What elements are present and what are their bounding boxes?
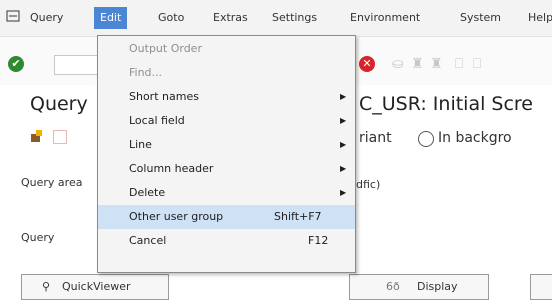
submenu-arrow-icon: ▶ bbox=[340, 188, 347, 197]
menu-edit[interactable]: Edit bbox=[94, 7, 128, 29]
menu-item-shortcut: F12 bbox=[308, 234, 329, 247]
query-label: Query bbox=[21, 231, 55, 244]
quickviewer-icon: ⚲ bbox=[42, 280, 51, 293]
menu-item-label: Other user group bbox=[129, 210, 224, 223]
previous-page-icon[interactable]: ⎕ bbox=[473, 57, 489, 71]
menu-query[interactable]: Query bbox=[30, 11, 63, 24]
query-area-value: dfic) bbox=[356, 178, 381, 191]
display-button[interactable]: 6ð Display bbox=[349, 274, 489, 300]
find-icon[interactable]: ♜ bbox=[411, 57, 427, 71]
submenu-arrow-icon: ▶ bbox=[340, 116, 347, 125]
menu-item-label: Output Order bbox=[129, 42, 202, 55]
print-icon[interactable]: ⛀ bbox=[392, 57, 408, 71]
quickviewer-button[interactable]: ⚲ QuickViewer bbox=[21, 274, 169, 300]
background-icon bbox=[418, 131, 434, 147]
menu-item-line[interactable]: Line ▶ bbox=[98, 133, 355, 157]
get-variant-button[interactable]: riant bbox=[359, 130, 392, 146]
submenu-arrow-icon: ▶ bbox=[340, 164, 347, 173]
submenu-arrow-icon: ▶ bbox=[340, 92, 347, 101]
menu-environment[interactable]: Environment bbox=[350, 11, 420, 24]
menu-item-label: Local field bbox=[129, 114, 185, 127]
menu-item-local-field[interactable]: Local field ▶ bbox=[98, 109, 355, 133]
page-title-continued: C_USR: Initial Scre bbox=[359, 93, 533, 115]
display-label: Display bbox=[417, 280, 458, 293]
quickviewer-label: QuickViewer bbox=[62, 280, 131, 293]
ok-check-icon[interactable]: ✔ bbox=[8, 56, 24, 72]
menu-item-find[interactable]: Find... bbox=[98, 61, 355, 85]
menu-item-output-order[interactable]: Output Order bbox=[98, 37, 355, 61]
menu-item-delete[interactable]: Delete ▶ bbox=[98, 181, 355, 205]
menu-item-label: Line bbox=[129, 138, 152, 151]
menu-help[interactable]: Help bbox=[528, 11, 552, 24]
menu-bar: Query Edit Goto Extras Settings Environm… bbox=[0, 0, 552, 37]
page-title: Query bbox=[30, 93, 88, 115]
cancel-icon[interactable]: ✕ bbox=[359, 56, 375, 72]
menu-settings[interactable]: Settings bbox=[272, 11, 317, 24]
display-icon: 6ð bbox=[386, 280, 400, 293]
menu-item-other-user-group[interactable]: Other user group Shift+F7 bbox=[98, 205, 355, 229]
partial-button[interactable] bbox=[530, 274, 552, 300]
menu-goto[interactable]: Goto bbox=[158, 11, 184, 24]
menu-item-label: Find... bbox=[129, 66, 163, 79]
menu-system[interactable]: System bbox=[460, 11, 501, 24]
submenu-arrow-icon: ▶ bbox=[340, 140, 347, 149]
menu-item-cancel[interactable]: Cancel F12 bbox=[98, 229, 355, 253]
copy-icon[interactable] bbox=[53, 130, 67, 144]
menu-item-shortcut: Shift+F7 bbox=[274, 210, 322, 223]
edit-menu-dropdown: Output Order Find... Short names ▶ Local… bbox=[97, 35, 356, 273]
menu-glyph-icon[interactable] bbox=[6, 9, 20, 23]
execute-in-background-button[interactable]: In backgro bbox=[438, 130, 512, 146]
menu-extras[interactable]: Extras bbox=[213, 11, 248, 24]
menu-item-short-names[interactable]: Short names ▶ bbox=[98, 85, 355, 109]
find-next-icon[interactable]: ♜ bbox=[430, 57, 446, 71]
menu-item-label: Short names bbox=[129, 90, 199, 103]
first-page-icon[interactable]: ⎕ bbox=[455, 57, 471, 71]
menu-item-label: Delete bbox=[129, 186, 166, 199]
query-area-label: Query area bbox=[21, 176, 83, 189]
menu-item-column-header[interactable]: Column header ▶ bbox=[98, 157, 355, 181]
menu-item-label: Cancel bbox=[129, 234, 167, 247]
transport-icon[interactable] bbox=[30, 129, 44, 143]
menu-item-label: Column header bbox=[129, 162, 214, 175]
